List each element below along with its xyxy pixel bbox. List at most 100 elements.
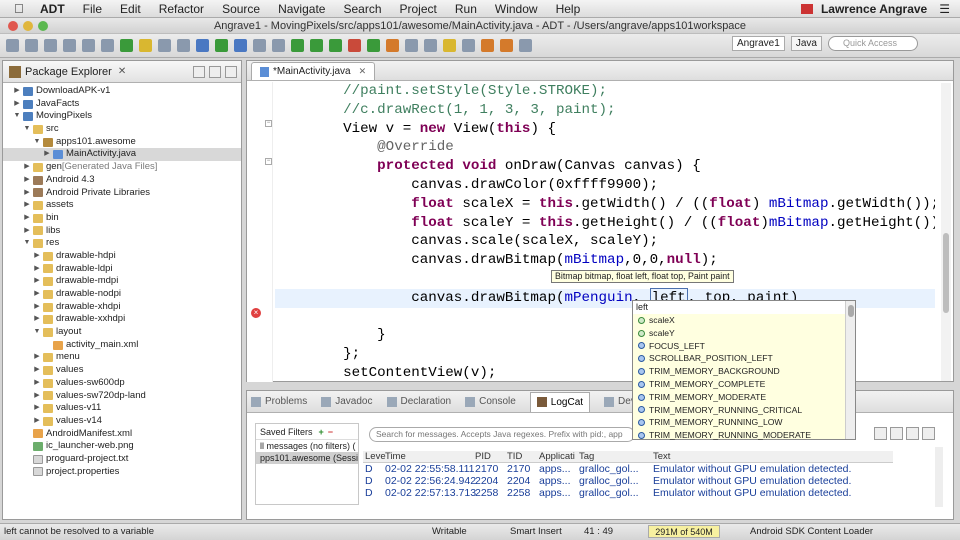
- tree-item[interactable]: ▼ src: [3, 123, 241, 136]
- logcat-row[interactable]: D 02-02 22:55:58.111 2170 2170 apps... grallo…: [363, 463, 893, 475]
- tree-item[interactable]: ▼ res: [3, 237, 241, 250]
- link-editor-icon[interactable]: [209, 65, 221, 78]
- tree-item[interactable]: ▼ MovingPixels: [3, 110, 241, 123]
- expand-arrow-icon[interactable]: ▼: [13, 110, 21, 123]
- new-class-icon[interactable]: [367, 39, 380, 52]
- perspective-angrave1[interactable]: Angrave1: [732, 36, 785, 51]
- remove-filter-icon[interactable]: −: [328, 427, 333, 437]
- collapse-arrow-icon[interactable]: ▶: [33, 364, 41, 377]
- save-all-icon[interactable]: [44, 39, 57, 52]
- autocomplete-item[interactable]: TRIM_MEMORY_RUNNING_LOW: [633, 416, 855, 429]
- tab-declaration[interactable]: Declaration: [386, 396, 451, 407]
- lint-icon[interactable]: [272, 39, 285, 52]
- autocomplete-item[interactable]: FOCUS_LEFT: [633, 340, 855, 353]
- save-log-icon[interactable]: [874, 427, 887, 440]
- apple-icon[interactable]: : [14, 1, 28, 16]
- collapse-arrow-icon[interactable]: ▶: [33, 301, 41, 314]
- tree-item[interactable]: ▶ drawable-xhdpi: [3, 301, 241, 314]
- menu-adt[interactable]: ADT: [40, 2, 65, 16]
- tree-item[interactable]: ▶ drawable-hdpi: [3, 250, 241, 263]
- back-icon[interactable]: [481, 39, 494, 52]
- tab-problems[interactable]: Problems: [251, 396, 307, 407]
- tree-item[interactable]: ▶ drawable-ldpi: [3, 263, 241, 276]
- column-header[interactable]: TID: [507, 451, 539, 462]
- print-icon[interactable]: [63, 39, 76, 52]
- view-menu-icon[interactable]: [225, 65, 237, 78]
- open-type-icon[interactable]: [405, 39, 418, 52]
- collapse-arrow-icon[interactable]: ▶: [33, 250, 41, 263]
- menu-edit[interactable]: Edit: [120, 2, 141, 16]
- collapse-arrow-icon[interactable]: ▶: [23, 199, 31, 212]
- tree-item[interactable]: ▶ values-sw600dp: [3, 377, 241, 390]
- collapse-arrow-icon[interactable]: ▶: [23, 225, 31, 238]
- collapse-arrow-icon[interactable]: ▶: [33, 415, 41, 428]
- fold-toggle-icon[interactable]: −: [265, 120, 272, 127]
- import-icon[interactable]: [82, 39, 95, 52]
- code-line[interactable]: canvas.scale(scaleX, scaleY);: [275, 232, 935, 251]
- collapse-arrow-icon[interactable]: ▶: [43, 148, 51, 161]
- tree-item[interactable]: ▶ Android Private Libraries: [3, 187, 241, 200]
- annotation-icon[interactable]: [443, 39, 456, 52]
- android-sdk-icon[interactable]: [120, 39, 133, 52]
- filter-item[interactable]: pps101.awesome (Sessio: [256, 452, 358, 464]
- run-last-icon[interactable]: [329, 39, 342, 52]
- column-header[interactable]: Leve: [363, 451, 386, 462]
- tree-item[interactable]: ▶ assets: [3, 199, 241, 212]
- code-line[interactable]: //c.drawRect(1, 1, 3, 3, paint);: [275, 101, 935, 120]
- code-line[interactable]: @Override: [275, 138, 935, 157]
- add-filter-icon[interactable]: +: [319, 427, 324, 437]
- column-header[interactable]: Text: [653, 451, 893, 462]
- next-annotation-icon[interactable]: [462, 39, 475, 52]
- error-icon[interactable]: ×: [251, 308, 261, 318]
- heap-status[interactable]: 291M of 540M: [648, 525, 720, 538]
- tree-item[interactable]: activity_main.xml: [3, 339, 241, 352]
- run-icon[interactable]: [310, 39, 323, 52]
- expand-arrow-icon[interactable]: ▼: [33, 326, 41, 339]
- close-icon[interactable]: ✕: [118, 66, 126, 77]
- tree-item[interactable]: ▶ MainActivity.java: [3, 148, 241, 162]
- menu-project[interactable]: Project: [400, 2, 437, 16]
- flag-icon[interactable]: [800, 3, 813, 14]
- code-line[interactable]: View v = new View(this) {: [275, 120, 935, 139]
- wizard-icon[interactable]: [253, 39, 266, 52]
- menu-search[interactable]: Search: [343, 2, 381, 16]
- column-header[interactable]: Applicati: [539, 451, 579, 462]
- menu-navigate[interactable]: Navigate: [278, 2, 325, 16]
- collapse-arrow-icon[interactable]: ▶: [33, 288, 41, 301]
- autocomplete-item[interactable]: TRIM_MEMORY_BACKGROUND: [633, 365, 855, 378]
- collapse-arrow-icon[interactable]: ▶: [33, 263, 41, 276]
- tree-item[interactable]: proguard-project.txt: [3, 453, 241, 466]
- close-window-button[interactable]: [8, 21, 18, 31]
- collapse-arrow-icon[interactable]: ▶: [23, 174, 31, 187]
- tree-item[interactable]: ▶ gen [Generated Java Files]: [3, 161, 241, 174]
- perspective-java[interactable]: Java: [790, 36, 822, 51]
- autocomplete-item[interactable]: TRIM_MEMORY_MODERATE: [633, 391, 855, 404]
- autocomplete-scrollbar[interactable]: [845, 301, 855, 439]
- menu-source[interactable]: Source: [222, 2, 260, 16]
- tab-mainactivity[interactable]: *MainActivity.java ✕: [251, 62, 376, 80]
- new-icon[interactable]: [6, 39, 19, 52]
- tree-item[interactable]: ▶ values-v14: [3, 415, 241, 428]
- scrollbar-thumb[interactable]: [848, 305, 854, 317]
- layout-icon[interactable]: [234, 39, 247, 52]
- tree-item[interactable]: project.properties: [3, 466, 241, 479]
- zoom-window-button[interactable]: [38, 21, 48, 31]
- tree-item[interactable]: AndroidManifest.xml: [3, 428, 241, 441]
- tree-item[interactable]: ▶ values-v11: [3, 402, 241, 415]
- debug-icon[interactable]: [291, 39, 304, 52]
- highlight-icon[interactable]: [139, 39, 152, 52]
- code-line[interactable]: float scaleY = this.getHeight() / ((floa…: [275, 214, 935, 233]
- filter-item[interactable]: ll messages (no filters) (: [256, 440, 358, 452]
- expand-arrow-icon[interactable]: ▼: [33, 136, 41, 149]
- scroll-lock-icon[interactable]: [922, 427, 935, 440]
- expand-arrow-icon[interactable]: ▼: [23, 237, 31, 250]
- logcat-row[interactable]: D 02-02 22:57:13.713 2258 2258 apps... grallo…: [363, 487, 893, 499]
- autocomplete-item[interactable]: TRIM_MEMORY_RUNNING_MODERATE: [633, 429, 855, 442]
- autocomplete-item[interactable]: scaleX: [633, 314, 855, 327]
- tree-item[interactable]: ▶ drawable-nodpi: [3, 288, 241, 301]
- tree-item[interactable]: ▼ layout: [3, 326, 241, 339]
- column-header[interactable]: Tag: [579, 451, 653, 462]
- check-icon[interactable]: [215, 39, 228, 52]
- autocomplete-item[interactable]: TRIM_MEMORY_RUNNING_CRITICAL: [633, 404, 855, 417]
- tree-item[interactable]: ▶ values-sw720dp-land: [3, 390, 241, 403]
